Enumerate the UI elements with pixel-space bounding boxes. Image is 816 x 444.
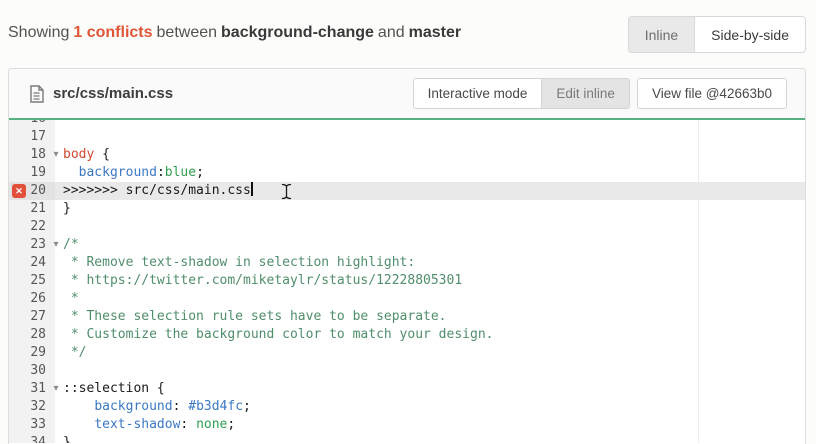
code-line[interactable]: 17 <box>9 128 805 146</box>
code-text[interactable]: * Customize the background color to matc… <box>63 326 805 344</box>
file-header: src/css/main.css Interactive mode Edit i… <box>9 69 805 118</box>
code-line[interactable]: 18▾body { <box>9 146 805 164</box>
code-line[interactable]: 33 text-shadow: none; <box>9 416 805 434</box>
code-editor[interactable]: 161718▾body {19 background:blue;20✕>>>>>… <box>9 118 805 443</box>
conflict-resolution-page: { "summary": { "prefix": "Showing", "cou… <box>0 0 816 444</box>
code-line[interactable]: 27 * These selection rule sets have to b… <box>9 308 805 326</box>
line-number: 17 <box>9 128 55 146</box>
side-by-side-view-button[interactable]: Side-by-side <box>695 17 805 52</box>
conflict-count: 1 conflicts <box>73 24 152 41</box>
code-text[interactable]: ::selection { <box>63 380 805 398</box>
code-text[interactable]: >>>>>>> src/css/main.css <box>63 182 805 200</box>
code-text[interactable]: text-shadow: none; <box>63 416 805 434</box>
source-branch-name: background-change <box>221 24 374 41</box>
fold-arrow-icon[interactable]: ▾ <box>49 146 63 164</box>
code-line[interactable]: 25 * https://twitter.com/miketaylr/statu… <box>9 272 805 290</box>
code-line[interactable]: 30 <box>9 362 805 380</box>
line-number: 27 <box>9 308 55 326</box>
code-line[interactable]: 19 background:blue; <box>9 164 805 182</box>
fold-arrow-icon[interactable]: ▾ <box>49 380 63 398</box>
code-line[interactable]: 20✕>>>>>>> src/css/main.css <box>9 182 805 200</box>
interactive-mode-button[interactable]: Interactive mode <box>413 78 543 109</box>
code-text[interactable]: * Remove text-shadow in selection highli… <box>63 254 805 272</box>
line-number: 28 <box>9 326 55 344</box>
code-text[interactable]: } <box>63 200 805 218</box>
summary-and: and <box>378 24 405 41</box>
line-number: 29 <box>9 344 55 362</box>
line-number: 30 <box>9 362 55 380</box>
code-line[interactable]: 29 */ <box>9 344 805 362</box>
text-cursor <box>251 182 253 196</box>
code-line[interactable]: 24 * Remove text-shadow in selection hig… <box>9 254 805 272</box>
code-line[interactable]: 31▾::selection { <box>9 380 805 398</box>
code-line[interactable]: 34} <box>9 434 805 443</box>
conflict-summary: Showing1 conflicts betweenbackground-chan… <box>8 22 465 44</box>
code-text[interactable]: */ <box>63 344 805 362</box>
target-branch-name: master <box>409 24 461 41</box>
line-number: 25 <box>9 272 55 290</box>
summary-prefix: Showing <box>8 24 69 41</box>
code-lines: 161718▾body {19 background:blue;20✕>>>>>… <box>9 118 805 443</box>
line-number: 33 <box>9 416 55 434</box>
code-text[interactable] <box>63 128 805 146</box>
line-number: 16 <box>9 118 55 128</box>
file-text-icon <box>29 85 44 103</box>
code-line[interactable]: 28 * Customize the background color to m… <box>9 326 805 344</box>
code-text[interactable]: background: #b3d4fc; <box>63 398 805 416</box>
code-line[interactable]: 21} <box>9 200 805 218</box>
ibeam-pointer-icon <box>281 183 292 200</box>
code-line[interactable]: 16 <box>9 118 805 128</box>
code-text[interactable] <box>63 118 805 128</box>
code-text[interactable]: /* <box>63 236 805 254</box>
conflict-error-icon: ✕ <box>12 184 26 198</box>
line-number: 21 <box>9 200 55 218</box>
code-text[interactable] <box>63 362 805 380</box>
code-line[interactable]: 22 <box>9 218 805 236</box>
code-text[interactable]: * https://twitter.com/miketaylr/status/1… <box>63 272 805 290</box>
code-line[interactable]: 32 background: #b3d4fc; <box>9 398 805 416</box>
file-header-actions: Interactive mode Edit inline View file @… <box>413 78 787 109</box>
fold-arrow-icon[interactable]: ▾ <box>49 236 63 254</box>
line-number: 26 <box>9 290 55 308</box>
code-text[interactable] <box>63 218 805 236</box>
edit-inline-button[interactable]: Edit inline <box>542 78 630 109</box>
code-line[interactable]: 23▾/* <box>9 236 805 254</box>
code-text[interactable]: body { <box>63 146 805 164</box>
code-text[interactable]: * <box>63 290 805 308</box>
view-mode-toggle: Inline Side-by-side <box>628 16 806 53</box>
code-text[interactable]: background:blue; <box>63 164 805 182</box>
line-number: 34 <box>9 434 55 443</box>
code-text[interactable]: * These selection rule sets have to be s… <box>63 308 805 326</box>
inline-view-button[interactable]: Inline <box>629 17 695 52</box>
line-number: 19 <box>9 164 55 182</box>
file-conflict-panel: src/css/main.css Interactive mode Edit i… <box>8 68 806 444</box>
line-number: 22 <box>9 218 55 236</box>
code-line[interactable]: 26 * <box>9 290 805 308</box>
line-number: 32 <box>9 398 55 416</box>
view-file-button[interactable]: View file @42663b0 <box>637 78 787 109</box>
code-text[interactable]: } <box>63 434 805 443</box>
file-path: src/css/main.css <box>53 85 173 102</box>
line-number: 24 <box>9 254 55 272</box>
summary-between: between <box>157 24 218 41</box>
edit-mode-button-group: Interactive mode Edit inline <box>413 78 630 109</box>
